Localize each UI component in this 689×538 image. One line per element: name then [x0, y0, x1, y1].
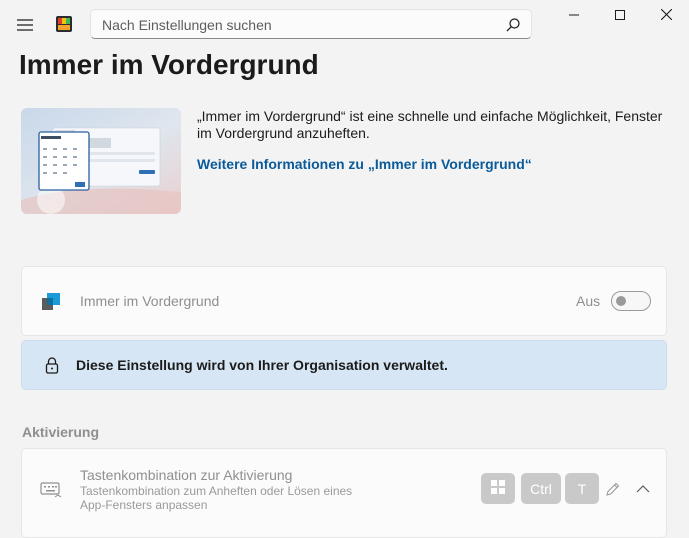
shortcut-title: Tastenkombination zur Aktivierung	[80, 467, 293, 483]
lock-icon	[44, 356, 60, 374]
maximize-button[interactable]	[597, 0, 643, 32]
minimize-icon	[569, 7, 579, 25]
always-on-top-icon	[41, 292, 61, 312]
search-input[interactable]	[100, 15, 504, 35]
hamburger-icon[interactable]	[10, 10, 40, 40]
chevron-up-icon[interactable]	[634, 480, 652, 498]
windows-key	[481, 473, 515, 504]
maximize-icon	[615, 7, 625, 25]
shortcut-description: Tastenkombination zum Anheften oder Löse…	[80, 484, 353, 512]
minimize-button[interactable]	[551, 0, 597, 32]
close-icon	[660, 7, 672, 25]
keyboard-icon	[40, 481, 62, 499]
app-logo-icon	[56, 16, 72, 32]
ctrl-key: Ctrl	[521, 473, 561, 504]
close-button[interactable]	[643, 0, 689, 32]
toggle-state-label: Aus	[576, 293, 601, 309]
activation-shortcut-card[interactable]: Tastenkombination zur Aktivierung Tasten…	[21, 448, 667, 538]
setting-label: Immer im Vordergrund	[80, 293, 220, 309]
windows-key-icon	[491, 480, 505, 497]
always-on-top-toggle[interactable]	[611, 291, 651, 311]
toggle-knob	[616, 296, 626, 306]
section-heading: Aktivierung	[22, 424, 100, 440]
page-description: „Immer im Vordergrund“ ist eine schnelle…	[197, 108, 663, 141]
t-key: T	[565, 473, 599, 504]
page-title: Immer im Vordergrund	[19, 49, 319, 80]
search-icon[interactable]	[505, 17, 521, 33]
search-box[interactable]	[90, 9, 532, 39]
policy-info-bar: Diese Einstellung wird von Ihrer Organis…	[21, 340, 667, 390]
hero-illustration	[21, 108, 181, 214]
always-on-top-setting-card: Immer im Vordergrund Aus	[21, 266, 667, 336]
learn-more-link[interactable]: Weitere Informationen zu „Immer im Vorde…	[197, 156, 532, 172]
pencil-icon[interactable]	[604, 480, 622, 498]
policy-info-text: Diese Einstellung wird von Ihrer Organis…	[76, 357, 448, 373]
